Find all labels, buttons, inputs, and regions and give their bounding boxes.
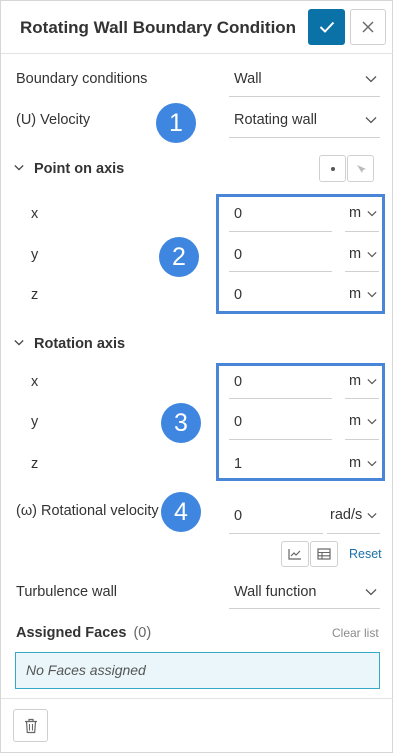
point-y-unit[interactable]: m [349, 246, 361, 262]
chevron-down-icon[interactable] [367, 418, 377, 425]
line-chart-icon [288, 549, 301, 560]
table-icon [317, 548, 331, 560]
axis-label-z: z [31, 456, 39, 472]
select-underline [229, 137, 380, 138]
panel-title: Rotating Wall Boundary Condition [20, 18, 297, 37]
no-faces-text: No Faces assigned [26, 662, 146, 678]
input-underline [229, 533, 323, 534]
select-underline [229, 608, 380, 609]
input-underline [229, 398, 332, 399]
chevron-down-icon[interactable] [365, 116, 377, 124]
input-underline [229, 439, 332, 440]
rotational-velocity-label: (ω) Rotational velocity [16, 503, 159, 519]
collapse-chevron-icon[interactable] [14, 164, 24, 171]
trash-icon [24, 718, 37, 733]
rotational-velocity-unit[interactable]: rad/s [330, 507, 362, 523]
point-x-unit[interactable]: m [349, 205, 361, 221]
assigned-faces-header: Assigned Faces (0) [16, 624, 151, 642]
footer-divider [1, 698, 393, 699]
rotation-z-unit[interactable]: m [349, 455, 361, 471]
table-button[interactable] [310, 541, 338, 567]
confirm-button[interactable] [308, 9, 345, 45]
point-mode-button[interactable] [319, 155, 346, 182]
rotational-velocity-input[interactable]: 0 [234, 507, 242, 525]
close-button[interactable] [350, 9, 386, 45]
select-underline [229, 96, 380, 97]
callout-badge-3: 3 [161, 403, 201, 443]
callout-badge-1: 1 [156, 103, 196, 143]
rotation-y-input[interactable]: 0 [234, 413, 242, 431]
chevron-down-icon[interactable] [367, 378, 377, 385]
point-y-input[interactable]: 0 [234, 246, 242, 264]
axis-label-x: x [31, 374, 39, 390]
rotation-z-input[interactable]: 1 [234, 455, 242, 473]
header-divider [1, 53, 393, 54]
rotation-y-unit[interactable]: m [349, 413, 361, 429]
point-z-input[interactable]: 0 [234, 286, 242, 304]
unit-underline [345, 439, 379, 440]
input-underline [229, 231, 332, 232]
assigned-faces-label: Assigned Faces [16, 625, 127, 641]
chevron-down-icon[interactable] [367, 460, 377, 467]
chevron-down-icon[interactable] [367, 512, 377, 519]
rotation-axis-label: Rotation axis [34, 336, 126, 352]
unit-underline [345, 231, 379, 232]
chevron-down-icon[interactable] [367, 210, 377, 217]
axis-label-y: y [31, 247, 39, 263]
clear-list-link[interactable]: Clear list [332, 626, 379, 640]
point-on-axis-label: Point on axis [34, 161, 125, 177]
rotation-x-input[interactable]: 0 [234, 373, 242, 391]
close-icon [362, 21, 374, 33]
rotation-x-unit[interactable]: m [349, 373, 361, 389]
input-underline [229, 271, 332, 272]
pick-point-button[interactable] [347, 155, 374, 182]
unit-underline [345, 398, 379, 399]
point-z-unit[interactable]: m [349, 286, 361, 302]
cursor-pick-icon [356, 164, 366, 173]
axis-label-y: y [31, 414, 39, 430]
assigned-faces-count: (0) [133, 625, 152, 641]
chevron-down-icon[interactable] [365, 588, 377, 596]
delete-button[interactable] [13, 709, 48, 742]
point-x-input[interactable]: 0 [234, 205, 242, 223]
unit-underline [327, 533, 380, 534]
chevron-down-icon[interactable] [365, 75, 377, 83]
reset-link[interactable]: Reset [349, 547, 382, 561]
axis-label-z: z [31, 287, 39, 303]
chevron-down-icon[interactable] [367, 251, 377, 258]
check-icon [319, 21, 334, 33]
chevron-down-icon[interactable] [367, 291, 377, 298]
boundary-conditions-label: Boundary conditions [16, 71, 148, 87]
callout-badge-4: 4 [161, 492, 201, 532]
turbulence-wall-label: Turbulence wall [16, 584, 118, 600]
boundary-conditions-select[interactable]: Wall [234, 70, 262, 88]
panel: Rotating Wall Boundary Condition Boundar… [0, 0, 393, 753]
chart-button[interactable] [281, 541, 309, 567]
axis-label-x: x [31, 206, 39, 222]
velocity-label: (U) Velocity [16, 112, 91, 128]
unit-underline [345, 271, 379, 272]
turbulence-wall-select[interactable]: Wall function [234, 583, 316, 601]
collapse-chevron-icon[interactable] [14, 339, 24, 346]
callout-badge-2: 2 [159, 237, 199, 277]
dot-icon [330, 166, 335, 171]
assigned-faces-list[interactable]: No Faces assigned [15, 652, 380, 689]
velocity-select[interactable]: Rotating wall [234, 111, 317, 129]
